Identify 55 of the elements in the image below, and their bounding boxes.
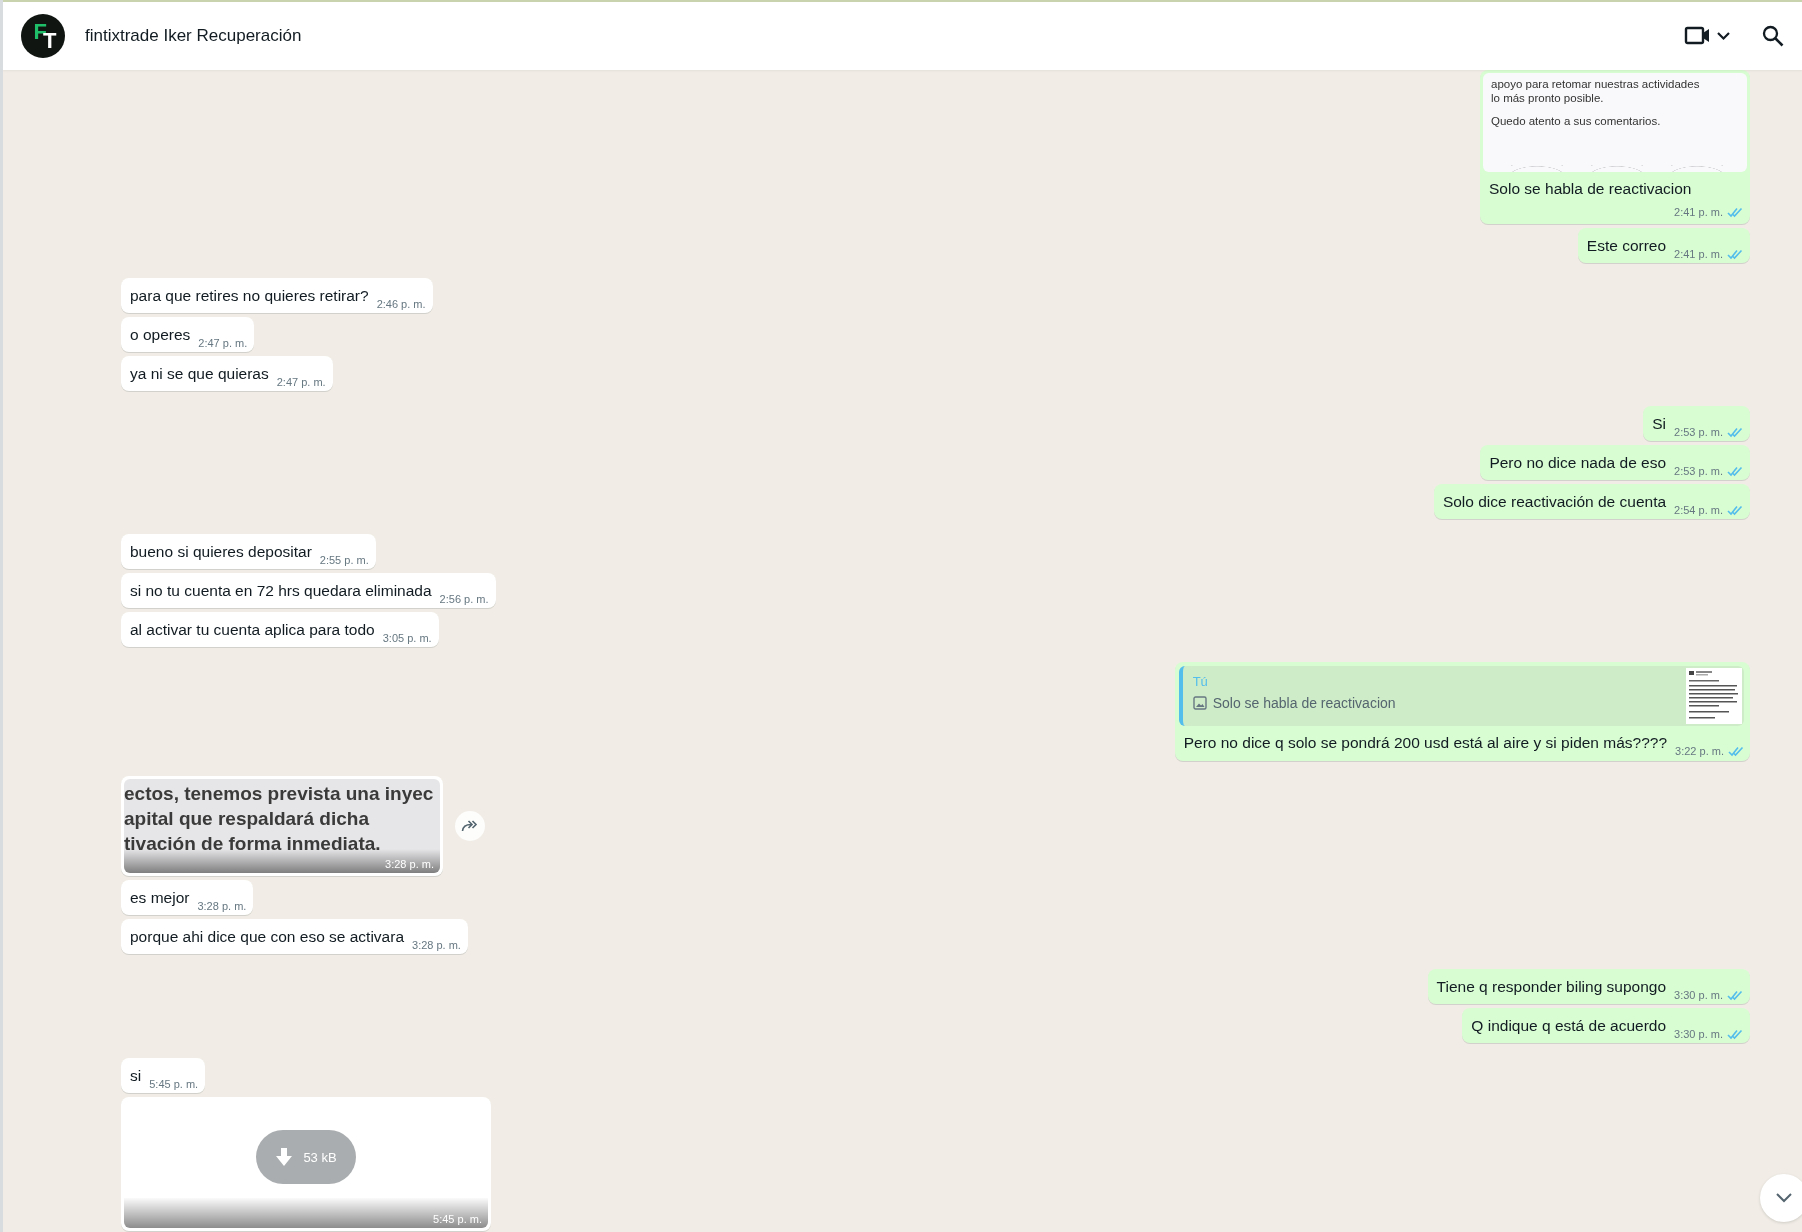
- screenshot-text: apoyo para retomar nuestras actividades lo más pronto posible.: [1491, 77, 1701, 105]
- quote-text: Solo se habla de reactivacion: [1212, 695, 1396, 711]
- message-text: Solo dice reactivación de cuenta: [1442, 492, 1667, 512]
- message-text: o operes: [130, 325, 191, 345]
- message-text: Solo se habla de reactivacion: [1489, 179, 1693, 199]
- timestamp: 5:45 p. m.: [149, 1078, 199, 1090]
- timestamp: 2:47 p. m.: [198, 337, 248, 349]
- timestamp: 2:56 p. m.: [439, 593, 489, 605]
- timestamp: 3:28 p. m.: [412, 939, 461, 951]
- message-text: para que retires no quieres retirar?: [130, 286, 369, 306]
- message-text: si: [130, 1066, 142, 1086]
- message-text: al activar tu cuenta aplica para todo: [130, 620, 375, 640]
- timestamp: 3:22 p. m.: [1675, 745, 1724, 757]
- image-message[interactable]: apoyo para retomar nuestras actividades lo más pronto posible. Quedo atento a sus comentarios. Solo se habla de reactivacion 2:41 p. m.: [1480, 70, 1750, 224]
- screenshot-text: ectos, tenemos prevista una inyec apital que respaldará dicha tivación de forma inmediata.: [124, 782, 435, 856]
- message-text: Pero no dice nada de eso: [1489, 453, 1667, 473]
- chevron-down-icon: [1775, 1192, 1793, 1204]
- contact-name[interactable]: fintixtrade Iker Recuperación: [85, 26, 302, 46]
- timestamp: 2:53 p. m.: [1674, 465, 1723, 477]
- timestamp: 2:53 p. m.: [1674, 426, 1723, 438]
- search-icon[interactable]: [1762, 25, 1784, 47]
- message-text: Si: [1652, 414, 1667, 434]
- message-text: porque ahi dice que con eso se activara: [130, 927, 404, 947]
- timestamp: 3:28 p. m.: [197, 900, 247, 912]
- timestamp: 2:41 p. m.: [1674, 248, 1723, 260]
- image-icon: [1192, 696, 1207, 710]
- message-text: ya ni se que quieras: [130, 364, 269, 384]
- message-text: Q indique q está de acuerdo: [1471, 1016, 1667, 1036]
- image-message[interactable]: ectos, tenemos prevista una inyec apital que respaldará dicha tivación de forma inmediata. 3:28 p. m.: [121, 776, 443, 876]
- timestamp: 3:28 p. m.: [385, 858, 434, 870]
- thumbnail-drawing: [1686, 668, 1742, 724]
- message-text: Pero no dice q solo se pondrá 200 usd está al aire y si piden más????: [1183, 733, 1668, 753]
- message-text: es mejor: [130, 888, 190, 908]
- quote-author: Tú: [1192, 674, 1209, 689]
- timestamp: 3:30 p. m.: [1674, 1028, 1723, 1040]
- message-text: bueno si quieres depositar: [130, 542, 312, 562]
- download-icon: [275, 1147, 294, 1167]
- message-text: Tiene q responder biling supongo: [1436, 977, 1667, 997]
- video-call-icon[interactable]: [1684, 25, 1732, 47]
- timestamp: 2:47 p. m.: [276, 376, 326, 388]
- timestamp: 2:54 p. m.: [1674, 504, 1723, 516]
- timestamp: 2:41 p. m.: [1674, 206, 1723, 218]
- timestamp: 2:46 p. m.: [376, 298, 426, 310]
- quoted-message[interactable]: Tú Solo se habla de reactivacion: [1178, 666, 1744, 726]
- message-text: si no tu cuenta en 72 hrs quedara eliminada: [130, 581, 432, 601]
- avatar[interactable]: FT: [21, 14, 65, 58]
- screenshot-text: Quedo atento a sus comentarios.: [1491, 114, 1662, 128]
- timestamp: 3:05 p. m.: [382, 632, 432, 644]
- avatar-initials: FT: [33, 25, 53, 47]
- forward-button[interactable]: [455, 811, 485, 841]
- timestamp: 2:55 p. m.: [319, 554, 369, 566]
- timestamp: 3:30 p. m.: [1674, 989, 1723, 1001]
- timestamp: 5:45 p. m.: [433, 1213, 482, 1225]
- message-text: Este correo: [1586, 236, 1667, 256]
- forward-icon: [461, 819, 479, 833]
